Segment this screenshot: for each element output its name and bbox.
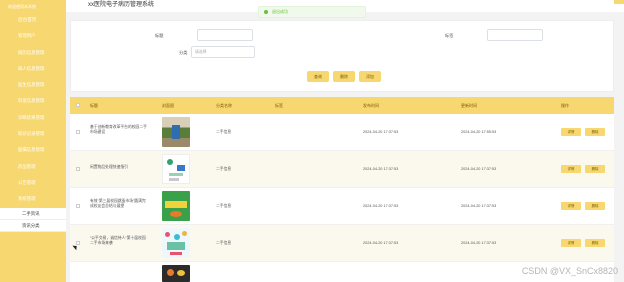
row-updated: 2024-04-20 17:37:53 xyxy=(461,167,497,171)
row-category: 二手信息 xyxy=(216,167,232,171)
header-title: 标题 xyxy=(90,103,98,108)
detail-button[interactable]: 详情 xyxy=(561,239,581,247)
sidebar-item-9[interactable]: 药品管理 xyxy=(0,159,66,175)
table-row: “公平交易，诚信待人”第十届校园二手市场来袭 二手信息 2024-04-20 1… xyxy=(70,225,614,262)
title-input[interactable] xyxy=(197,29,253,41)
app-title: xx医院电子病历管理系统 xyxy=(88,2,155,8)
row-published: 2024-04-20 17:37:53 xyxy=(363,130,399,134)
detail-button[interactable]: 详情 xyxy=(561,165,581,173)
header-cover: 封面图 xyxy=(162,103,174,108)
row-updated: 2024-04-20 17:55:53 xyxy=(461,130,497,134)
delete-button[interactable]: 删除 xyxy=(333,71,355,82)
sidebar-subitem-news[interactable]: 二手资讯 xyxy=(0,207,66,220)
table-row: 有效“第三届校园跳蚤市场”圆满完成校友会总结与展望 二手信息 2024-04-2… xyxy=(70,188,614,225)
row-title: 有效“第三届校园跳蚤市场”圆满完成校友会总结与展望 xyxy=(90,199,146,208)
table-row: 基于创新教育改革平台的校园二手市场建设 二手信息 2024-04-20 17:3… xyxy=(70,114,614,151)
sidebar-item-5[interactable]: 科室信息管理 xyxy=(0,93,66,109)
row-checkbox[interactable] xyxy=(76,204,80,208)
table-header: 标题 封面图 分类名称 标签 发布时间 更新时间 操作 xyxy=(70,97,614,114)
cover-image xyxy=(162,191,190,221)
row-published: 2024-04-20 17:37:53 xyxy=(363,241,399,245)
row-category: 二手信息 xyxy=(216,241,232,245)
row-published: 2024-04-20 17:37:53 xyxy=(363,204,399,208)
sidebar-item-7[interactable]: 就诊记录管理 xyxy=(0,126,66,142)
row-title: 基于创新教育改革平台的校园二手市场建设 xyxy=(90,125,147,134)
sidebar-item-3[interactable]: 病人信息管理 xyxy=(0,61,66,77)
header-actions: 操作 xyxy=(561,103,569,108)
sidebar-item-4[interactable]: 医生信息管理 xyxy=(0,77,66,93)
sidebar-item-10[interactable]: 公告管理 xyxy=(0,175,66,191)
tag-label: 标签 xyxy=(445,33,454,38)
sidebar-item-11[interactable]: 系统管理 xyxy=(0,191,66,207)
detail-button[interactable]: 详情 xyxy=(561,202,581,210)
row-checkbox[interactable] xyxy=(76,167,80,171)
row-category: 二手信息 xyxy=(216,204,232,208)
row-title: “公平交易，诚信待人”第十届校园二手市场来袭 xyxy=(90,236,146,245)
toast-text: 退出成功 xyxy=(272,9,288,14)
row-updated: 2024-04-20 17:37:53 xyxy=(461,241,497,245)
header-updated: 更新时间 xyxy=(461,103,477,108)
header-tag: 标签 xyxy=(275,103,283,108)
table-row: 闲置物品处理快速指引 二手信息 2024-04-20 17:37:53 2024… xyxy=(70,151,614,188)
tag-input[interactable] xyxy=(487,29,543,41)
sidebar-subitem-category[interactable]: 资讯分类 xyxy=(0,219,66,232)
cover-image xyxy=(162,117,190,147)
user-menu-button[interactable] xyxy=(614,0,624,4)
sidebar: 欢迎使用本系统 后台首页 管理用户 病历信息管理 病人信息管理 医生信息管理 科… xyxy=(0,0,66,282)
row-title: 闲置物品处理快速指引 xyxy=(90,165,128,169)
success-icon xyxy=(264,10,268,14)
row-delete-button[interactable]: 删除 xyxy=(585,239,605,247)
watermark: CSDN @VX_SnCx8820 xyxy=(521,266,618,276)
sidebar-item-1[interactable]: 管理用户 xyxy=(0,28,66,44)
row-delete-button[interactable]: 删除 xyxy=(585,165,605,173)
cover-image xyxy=(162,228,190,258)
category-label: 分类 xyxy=(179,50,188,55)
row-updated: 2024-04-20 17:37:53 xyxy=(461,204,497,208)
sidebar-item-home[interactable]: 后台首页 xyxy=(0,12,66,28)
data-table: 标题 封面图 分类名称 标签 发布时间 更新时间 操作 基于创新教育改革平台的校… xyxy=(70,97,614,282)
add-button[interactable]: 添加 xyxy=(359,71,381,82)
search-panel: 标题 标签 分类 请选择 查询 删除 添加 xyxy=(70,20,614,92)
category-select[interactable]: 请选择 xyxy=(191,46,255,58)
row-checkbox[interactable] xyxy=(76,241,80,245)
sidebar-item-6[interactable]: 诊断结果管理 xyxy=(0,110,66,126)
detail-button[interactable]: 详情 xyxy=(561,128,581,136)
header-category: 分类名称 xyxy=(216,103,232,108)
sidebar-top-label: 欢迎使用本系统 xyxy=(0,0,66,12)
success-toast: 退出成功 xyxy=(258,6,366,18)
header-published: 发布时间 xyxy=(363,103,379,108)
row-delete-button[interactable]: 删除 xyxy=(585,128,605,136)
select-all-checkbox[interactable] xyxy=(76,103,80,107)
query-button[interactable]: 查询 xyxy=(307,71,329,82)
cover-image xyxy=(162,154,190,184)
row-checkbox[interactable] xyxy=(76,130,80,134)
row-delete-button[interactable]: 删除 xyxy=(585,202,605,210)
row-category: 二手信息 xyxy=(216,130,232,134)
sidebar-item-8[interactable]: 医嘱信息管理 xyxy=(0,142,66,158)
cover-image xyxy=(162,265,190,282)
row-published: 2024-04-20 17:37:53 xyxy=(363,167,399,171)
title-label: 标题 xyxy=(155,33,164,38)
sidebar-item-2[interactable]: 病历信息管理 xyxy=(0,45,66,61)
